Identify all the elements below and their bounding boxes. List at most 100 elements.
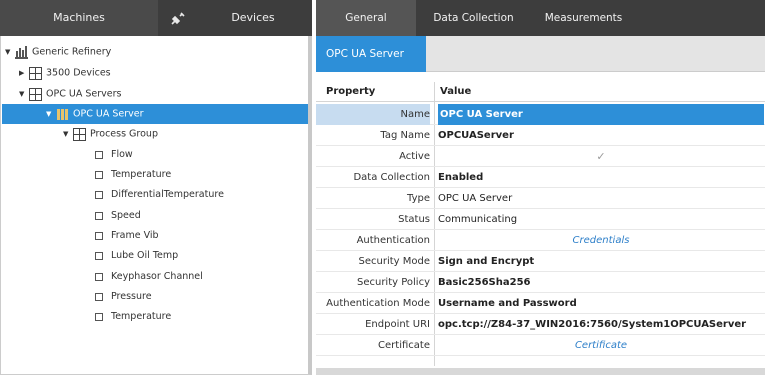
tree-node-label: Keyphasor Channel <box>111 271 203 282</box>
refinery-icon <box>15 45 28 59</box>
property-name: Tag Name <box>380 130 430 141</box>
tree-node-label: Temperature <box>111 169 172 180</box>
point-icon <box>95 190 103 199</box>
property-row-name[interactable]: Name OPC UA Server <box>316 104 765 125</box>
point-icon <box>95 251 103 260</box>
tree-node-label: Pressure <box>111 291 152 302</box>
tree-node-label: OPC UA Servers <box>46 88 122 100</box>
tree-node-label: Generic Refinery <box>32 46 112 58</box>
horizontal-scrollbar[interactable] <box>316 368 765 375</box>
credentials-link[interactable]: Credentials <box>438 230 764 251</box>
caret-down-icon[interactable]: ▼ <box>63 124 73 144</box>
property-row-data-collection[interactable]: Data Collection Enabled <box>316 167 765 188</box>
tree-node-3500-devices[interactable]: ▶ 3500 Devices <box>19 63 111 83</box>
tree-node-point[interactable]: Frame Vib <box>95 226 159 246</box>
property-value[interactable]: Username and Password <box>438 293 764 314</box>
tree-node-point[interactable]: Flow <box>95 145 133 165</box>
point-icon <box>95 272 103 281</box>
tree-node-opc-ua-server[interactable]: ▼ OPC UA Server <box>2 104 308 124</box>
details-pane: General Data Collection Measurements OPC… <box>316 0 765 375</box>
property-name: Security Mode <box>358 256 431 267</box>
caret-right-icon[interactable]: ▶ <box>19 63 29 83</box>
subtab-bar: OPC UA Server <box>316 36 765 72</box>
certificate-link[interactable]: Certificate <box>438 335 764 356</box>
property-name: Status <box>398 214 430 225</box>
tree-node-label: Speed <box>111 210 141 221</box>
tree-node-label: Process Group <box>90 128 158 140</box>
device-group-icon <box>29 66 42 80</box>
tree-node-point[interactable]: Pressure <box>95 287 152 307</box>
caret-down-icon[interactable]: ▼ <box>5 42 15 62</box>
property-name: Type <box>407 193 430 204</box>
device-group-icon <box>29 87 42 101</box>
tree-node-point[interactable]: DifferentialTemperature <box>95 185 224 205</box>
tree-node-label: 3500 Devices <box>46 67 111 79</box>
right-tab-bar: General Data Collection Measurements <box>316 0 765 36</box>
property-name: Security Policy <box>356 277 430 288</box>
tree-node-process-group[interactable]: ▼ Process Group <box>63 124 158 144</box>
property-name: Authentication <box>356 235 430 246</box>
tab-measurements[interactable]: Measurements <box>531 0 636 36</box>
property-name: Endpoint URI <box>365 319 430 330</box>
property-row-status[interactable]: Status Communicating <box>316 209 765 230</box>
property-value[interactable]: OPCUAServer <box>438 125 764 146</box>
property-value[interactable]: opc.tcp://Z84-37_WIN2016:7560/System1OPC… <box>438 314 764 335</box>
tree-node-label: OPC UA Server <box>73 108 144 120</box>
tree-node-point[interactable]: Lube Oil Temp <box>95 246 178 266</box>
tree-node-label: Frame Vib <box>111 230 159 241</box>
point-icon <box>95 170 103 179</box>
tree-node-generic-refinery[interactable]: ▼ Generic Refinery <box>5 42 111 62</box>
tab-devices[interactable]: Devices <box>198 0 308 36</box>
property-grid-header: Property Value <box>316 82 765 102</box>
server-icon <box>56 108 69 121</box>
property-value[interactable]: Enabled <box>438 167 764 188</box>
caret-down-icon[interactable]: ▼ <box>19 84 29 104</box>
tree-node-point[interactable]: Keyphasor Channel <box>95 267 203 287</box>
point-icon <box>95 292 103 301</box>
property-row-type[interactable]: Type OPC UA Server <box>316 188 765 209</box>
tab-machines[interactable]: Machines <box>0 0 158 36</box>
active-checkbox[interactable]: ✓ <box>438 146 764 167</box>
tab-data-collection[interactable]: Data Collection <box>416 0 531 36</box>
point-icon <box>95 150 103 159</box>
property-row-security-mode[interactable]: Security Mode Sign and Encrypt <box>316 251 765 272</box>
property-name: Name <box>316 104 430 125</box>
property-value: Communicating <box>438 214 518 225</box>
property-value[interactable]: OPC UA Server <box>438 104 764 125</box>
tree-node-opc-ua-servers[interactable]: ▼ OPC UA Servers <box>19 84 121 104</box>
tree-node-label: Temperature <box>111 311 172 322</box>
property-value[interactable]: Sign and Encrypt <box>438 251 764 272</box>
left-tab-bar: Machines Devices <box>0 0 312 36</box>
tree-node-label: Lube Oil Temp <box>111 250 179 261</box>
tree-node-label: DifferentialTemperature <box>111 189 224 200</box>
plug-icon[interactable] <box>158 0 198 36</box>
machines-pane: Machines Devices ▼ Generic Refinery ▶ 3500… <box>0 0 312 375</box>
property-column-header: Property <box>326 86 376 97</box>
value-column-header: Value <box>440 86 472 97</box>
point-icon <box>95 312 103 321</box>
property-value: OPC UA Server <box>438 193 513 204</box>
tree-node-point[interactable]: Temperature <box>95 165 171 185</box>
tab-general[interactable]: General <box>316 0 416 36</box>
property-row-authentication[interactable]: Authentication Credentials <box>316 230 765 251</box>
point-icon <box>95 231 103 240</box>
caret-down-icon[interactable]: ▼ <box>46 104 56 124</box>
tree-node-label: Flow <box>111 149 133 160</box>
property-row-active[interactable]: Active ✓ <box>316 146 765 167</box>
tree-node-point[interactable]: Speed <box>95 206 141 226</box>
property-row-certificate[interactable]: Certificate Certificate <box>316 335 765 356</box>
machine-tree: ▼ Generic Refinery ▶ 3500 Devices ▼ OPC UA … <box>0 36 312 375</box>
point-icon <box>95 211 103 220</box>
property-row-security-policy[interactable]: Security Policy Basic256Sha256 <box>316 272 765 293</box>
property-name: Active <box>399 151 430 162</box>
property-row-endpoint-uri[interactable]: Endpoint URI opc.tcp://Z84-37_WIN2016:75… <box>316 314 765 335</box>
property-name: Data Collection <box>353 172 430 183</box>
property-value[interactable]: Basic256Sha256 <box>438 272 764 293</box>
subtab-opc-ua-server[interactable]: OPC UA Server <box>316 36 426 72</box>
device-group-icon <box>73 127 86 141</box>
property-name: Certificate <box>378 340 430 351</box>
property-row-authentication-mode[interactable]: Authentication Mode Username and Passwor… <box>316 293 765 314</box>
property-row-tag-name[interactable]: Tag Name OPCUAServer <box>316 125 765 146</box>
tree-node-point[interactable]: Temperature <box>95 307 171 327</box>
property-name: Authentication Mode <box>326 298 430 309</box>
